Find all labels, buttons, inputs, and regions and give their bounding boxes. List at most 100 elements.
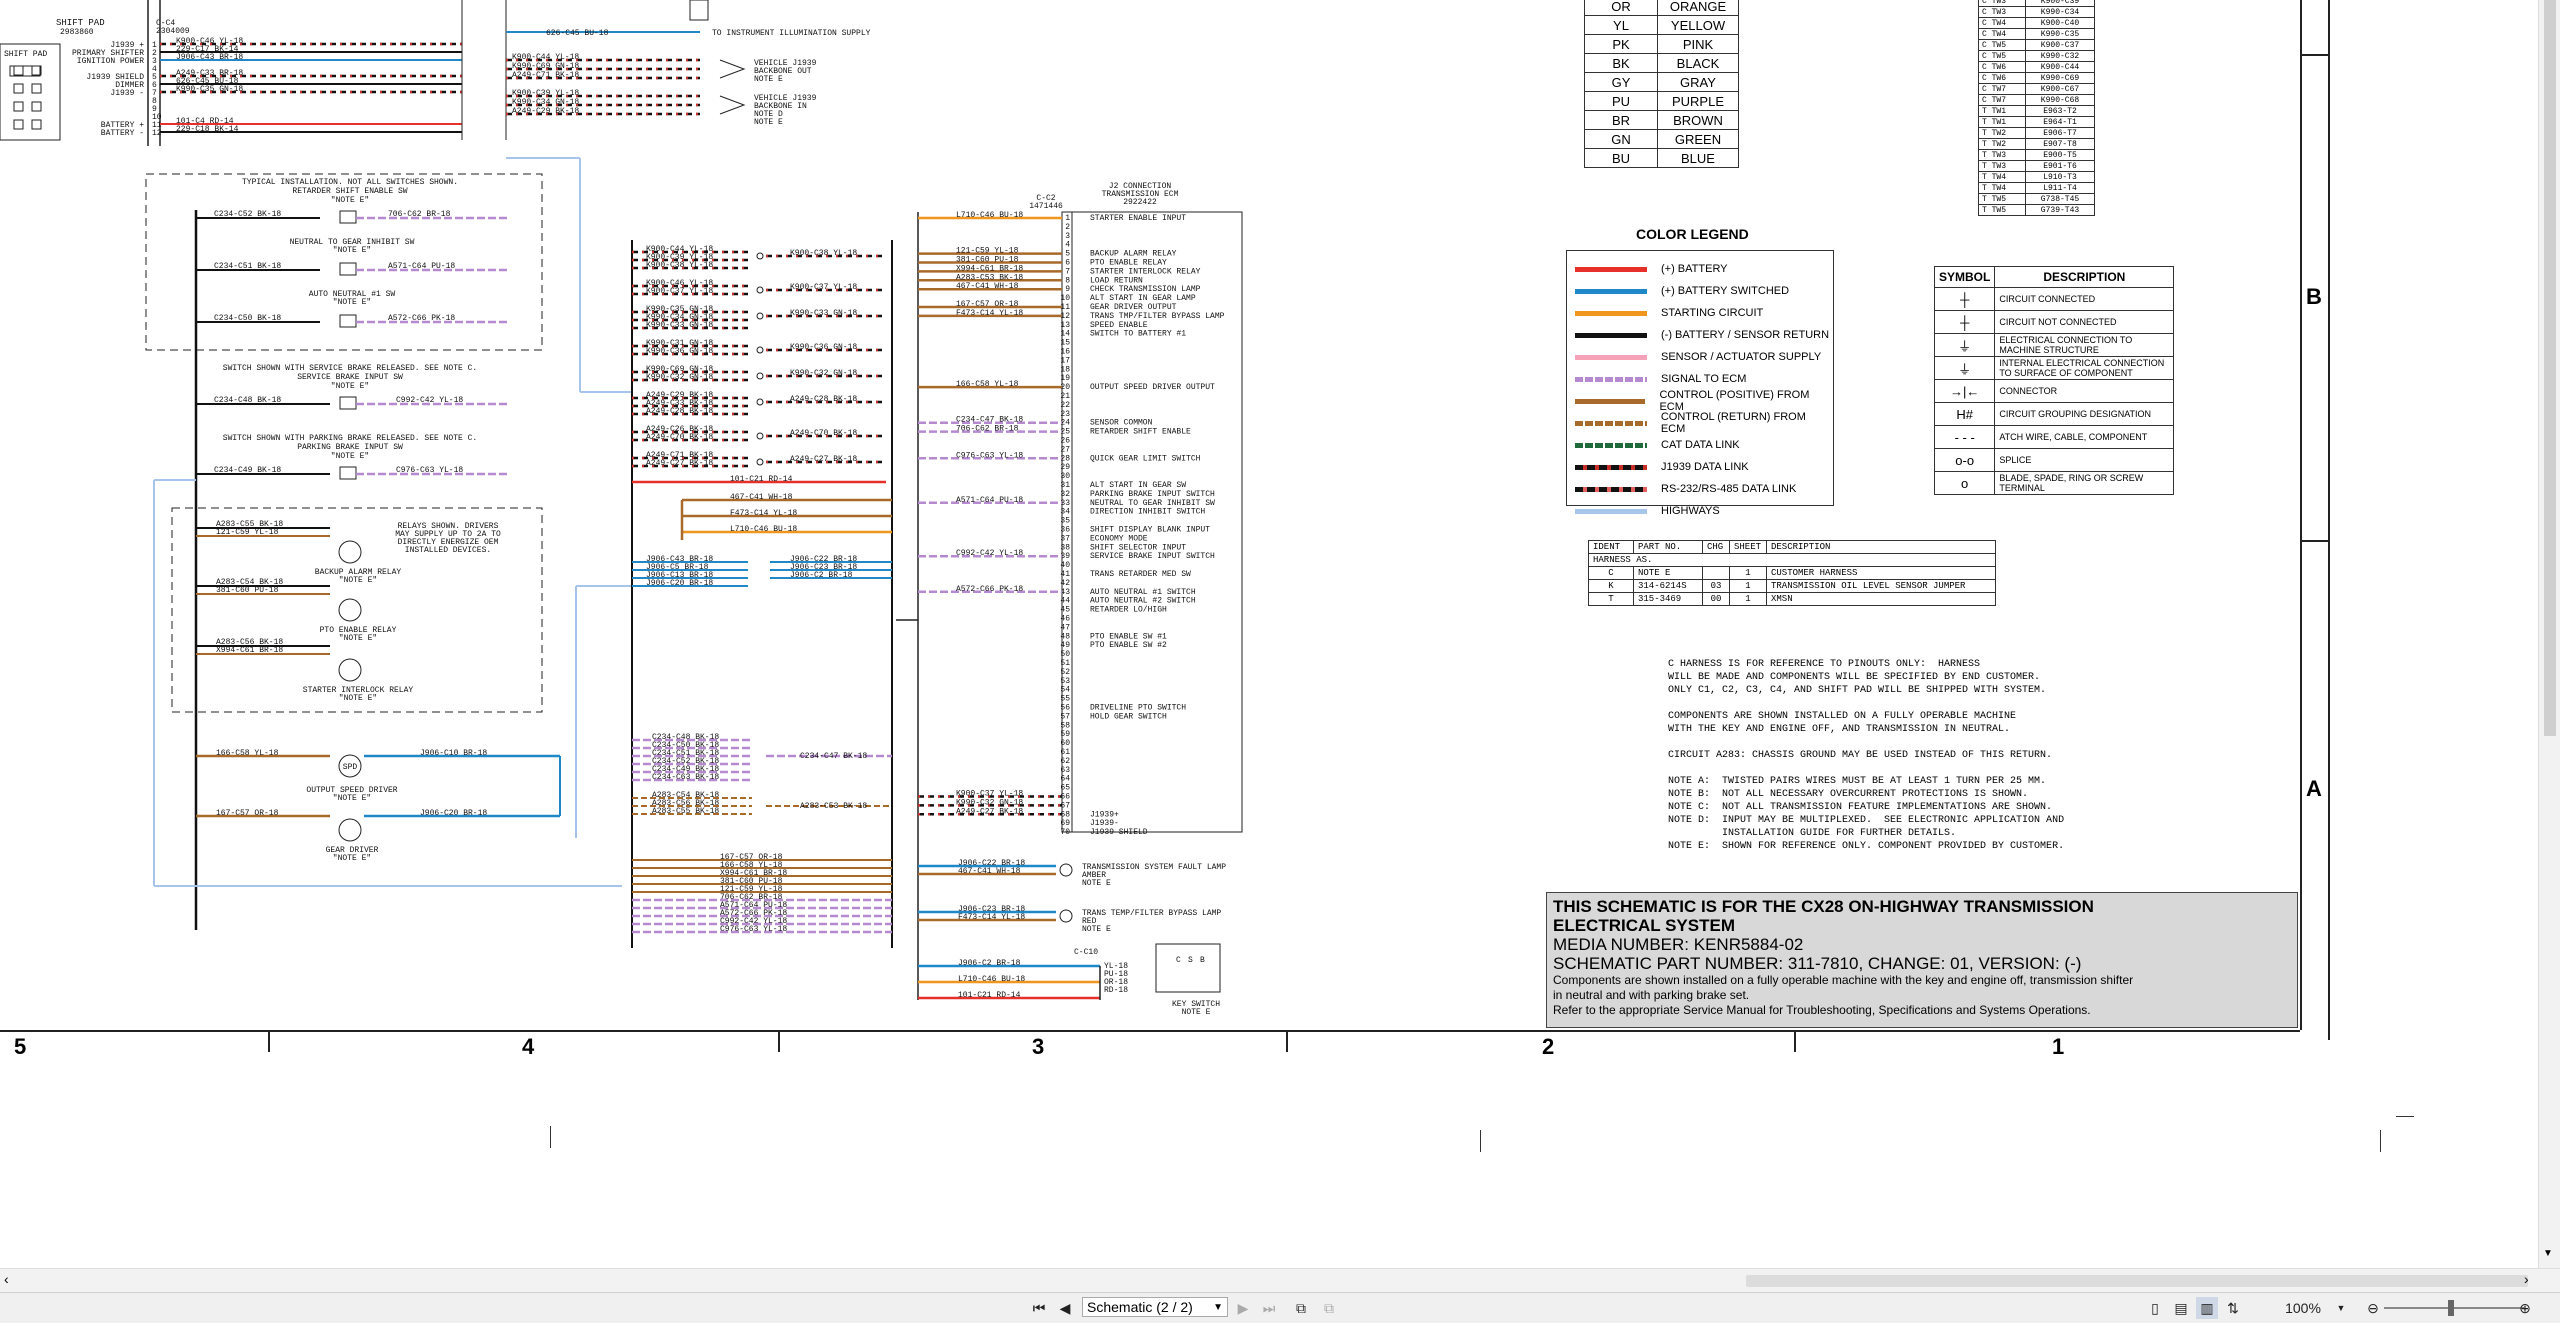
ecm-wire-label: C234-C47 BK-18 xyxy=(956,416,1023,425)
zoom-slider[interactable] xyxy=(2384,1307,2524,1309)
insert-page-icon[interactable]: ⧉ xyxy=(1290,1297,1312,1319)
color-code-row-cell: GN xyxy=(1584,129,1658,149)
symbol-header-cell: DESCRIPTION xyxy=(1994,266,2175,288)
ecm-pin-number: 62 xyxy=(1060,757,1070,766)
j1939-middle-label: K900-C37 YL-18 xyxy=(646,287,713,296)
next-page-icon[interactable]: ▶ xyxy=(1232,1297,1254,1319)
harness-row-cell: C TW3 xyxy=(1978,6,2026,18)
parts-table: IDENT PART NO. CHG SHEET DESCRIPTION HARNESS … xyxy=(1588,540,1996,606)
fit-page-icon[interactable]: ⇅ xyxy=(2222,1297,2244,1319)
parts-row: C NOTE E 1 CUSTOMER HARNESS xyxy=(1588,566,1996,580)
zoom-in-icon[interactable]: ⊕ xyxy=(2516,1297,2534,1319)
side-zone-divider xyxy=(2300,540,2328,542)
horizontal-scroll-thumb[interactable] xyxy=(1746,1275,2528,1287)
parts-header-row-cell: IDENT xyxy=(1588,540,1634,554)
key-wire-label: 101-C21 RD-14 xyxy=(958,991,1021,1000)
ecm-pin-number: 23 xyxy=(1060,410,1070,419)
ecm-pin-number: 5 xyxy=(1065,250,1070,259)
parts-row: T 315-3469 00 1 XMSN xyxy=(1588,592,1996,606)
ecm-pin-label: OUTPUT SPEED DRIVER OUTPUT xyxy=(1090,383,1215,392)
j1939-in-label: A249-C29 BK-18 xyxy=(512,107,579,116)
last-page-icon[interactable]: ⏭ xyxy=(1258,1297,1280,1319)
ecm-pin-number: 15 xyxy=(1060,339,1070,348)
harness-row: C TW6 K900-C44 xyxy=(1978,61,2095,73)
color-code-row-cell: PU xyxy=(1584,91,1658,111)
ecm-pin-number: 9 xyxy=(1065,285,1070,294)
horizontal-scrollbar[interactable]: ‹ › xyxy=(0,1268,2560,1293)
ecm-conn-part: 1471446 xyxy=(1029,202,1063,211)
blade-terminal-icon: o xyxy=(1933,471,1996,495)
ecm-pin-label: DIRECTION INHIBIT SWITCH xyxy=(1090,508,1205,517)
parking-brake-text: SWITCH SHOWN WITH PARKING BRAKE RELEASED… xyxy=(223,434,477,443)
internal-connection-icon: ⏚ xyxy=(1933,356,1996,380)
legend-item: SENSOR / ACTUATOR SUPPLY xyxy=(1575,347,1821,367)
single-page-view-icon[interactable]: ▯ xyxy=(2144,1297,2166,1319)
lamp-label: NOTE E xyxy=(1082,925,1111,934)
zone-divider xyxy=(268,1030,270,1052)
scroll-left-icon[interactable]: ‹ xyxy=(4,1271,9,1287)
ecm-pin-label: J1939 SHIELD xyxy=(1090,828,1148,837)
switch-icon xyxy=(339,210,357,224)
legend-label: CONTROL (POSITIVE) FROM ECM xyxy=(1659,389,1810,413)
parking-brake-text: PARKING BRAKE INPUT SW xyxy=(297,443,403,452)
harness-row: T TW3 E901-T6 xyxy=(1978,160,2095,172)
j1939-middle-label: A249-C27 BK-18 xyxy=(790,455,857,464)
first-page-icon[interactable]: ⏮ xyxy=(1028,1297,1050,1319)
legend-swatch xyxy=(1575,398,1646,404)
color-code-row: PU PURPLE xyxy=(1584,91,1739,111)
splice-icon xyxy=(756,312,764,320)
connector-icon: →|← xyxy=(1933,379,1996,403)
ecm-wire-label: 121-C59 YL-18 xyxy=(956,247,1019,256)
battery-middle-label: 101-C21 RD-14 xyxy=(730,475,793,484)
relay-coil-icon xyxy=(338,598,362,622)
legend-swatch xyxy=(1575,288,1647,294)
side-zone-label-b: B xyxy=(2306,284,2322,309)
ecm-pin-label: GEAR DRIVER OUTPUT xyxy=(1090,303,1177,312)
two-page-view-icon[interactable]: ▥ xyxy=(2196,1297,2218,1319)
relay-wire-label: 381-C60 PU-18 xyxy=(216,586,279,595)
harness-row-cell: E907-T8 xyxy=(2025,138,2095,150)
shift-pad-part: 2983860 xyxy=(60,28,94,37)
crop-mark xyxy=(550,1126,551,1148)
scroll-down-icon[interactable]: ▼ xyxy=(2543,1248,2553,1259)
ecm-wire-label: X994-C61 BR-18 xyxy=(956,264,1023,273)
color-code-row-cell: BR xyxy=(1584,110,1658,130)
vertical-scrollbar[interactable]: ▼ xyxy=(2538,0,2560,1268)
legend-swatch xyxy=(1575,310,1647,316)
delete-page-icon[interactable]: ⧉ xyxy=(1318,1297,1340,1319)
ecm-pin-label: SENSOR COMMON xyxy=(1090,419,1153,428)
prev-page-icon[interactable]: ◀ xyxy=(1054,1297,1076,1319)
zoom-level[interactable]: 100% xyxy=(2278,1297,2328,1319)
color-code-row-cell: BLACK xyxy=(1657,53,1739,73)
ecm-pin-label: ALT START IN GEAR SW xyxy=(1090,481,1186,490)
ecm-wire-label: A249-C27 BK-18 xyxy=(956,807,1023,816)
shift-pad-key xyxy=(13,83,24,94)
legend-swatch xyxy=(1575,486,1647,492)
gear-driver-label: "NOTE E" xyxy=(333,854,371,863)
crop-mark xyxy=(2380,1130,2381,1152)
lamp-wire-label: F473-C14 YL-18 xyxy=(958,913,1025,922)
zoom-slider-thumb[interactable] xyxy=(2448,1300,2454,1316)
ecm-pin-number: 35 xyxy=(1060,517,1070,526)
legend-item: STARTING CIRCUIT xyxy=(1575,303,1763,323)
zoom-out-icon[interactable]: ⊖ xyxy=(2364,1297,2382,1319)
zoom-dropdown-icon[interactable]: ▼ xyxy=(2334,1297,2348,1319)
page-select[interactable]: Schematic (2 / 2) ▼ xyxy=(1082,1297,1228,1317)
legend-swatch xyxy=(1575,420,1647,426)
switch-icon xyxy=(339,314,357,328)
harness-row-cell: E964-T1 xyxy=(2025,116,2095,128)
vertical-scroll-thumb[interactable] xyxy=(2544,0,2556,736)
continuous-view-icon[interactable]: ▤ xyxy=(2170,1297,2192,1319)
ecm-pin-number: 26 xyxy=(1060,437,1070,446)
ecm-pin-number: 64 xyxy=(1060,775,1070,784)
key-wire-label: J906-C2 BR-18 xyxy=(958,959,1021,968)
scroll-right-icon[interactable]: › xyxy=(2524,1271,2529,1287)
harness-row-cell: T TW2 xyxy=(1978,127,2026,139)
service-brake-text: SWITCH SHOWN WITH SERVICE BRAKE RELEASED… xyxy=(223,364,477,373)
schematic-drawing: SHIFT PAD2983860C-C42304009SHIFT PADJ193… xyxy=(0,0,1243,1017)
harness-row-cell: E906-T7 xyxy=(2025,127,2095,139)
harness-row: C TW4 K900-C40 xyxy=(1978,17,2095,29)
shift-pad-wire-label: K990-C35 GN-18 xyxy=(176,85,243,94)
parts-row-cell: 1 xyxy=(1729,592,1767,606)
ecm-wire-label: K990-C32 GN-18 xyxy=(956,798,1023,807)
